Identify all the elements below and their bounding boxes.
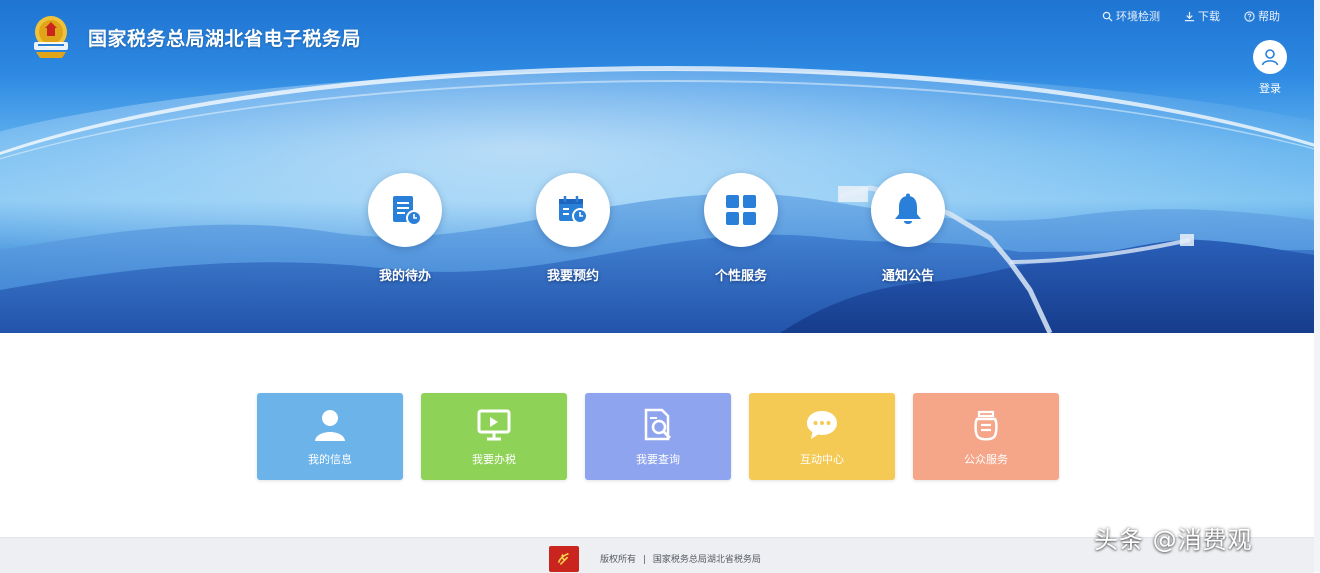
party-emblem-icon — [549, 546, 579, 572]
calendar-clock-icon — [559, 196, 588, 224]
user-avatar-icon — [1253, 40, 1287, 74]
card-tax-filing[interactable]: 我要办税 — [421, 393, 567, 480]
help-link[interactable]: 帮助 — [1244, 8, 1280, 24]
card-my-info[interactable]: 我的信息 — [257, 393, 403, 480]
environment-check-label: 环境检测 — [1116, 10, 1160, 23]
quick-nav-appointment[interactable]: 我要预约 — [518, 173, 628, 284]
search-icon — [1102, 11, 1113, 22]
search-document-icon — [644, 408, 672, 440]
tax-bureau-emblem-icon[interactable] — [28, 12, 74, 62]
pot-icon — [974, 410, 998, 440]
download-link[interactable]: 下载 — [1184, 8, 1220, 24]
monitor-icon — [477, 409, 511, 440]
help-icon — [1244, 10, 1255, 22]
help-label: 帮助 — [1258, 10, 1280, 23]
user-icon — [315, 409, 345, 441]
hero-arc-decoration-thin — [0, 80, 1314, 333]
bell-icon — [895, 193, 921, 224]
site-title: 国家税务总局湖北省电子税务局 — [88, 28, 362, 50]
right-scroll-edge — [1314, 0, 1320, 572]
card-label: 互动中心 — [800, 452, 844, 466]
card-label: 我要办税 — [472, 452, 516, 466]
quick-nav-personal-service[interactable]: 个性服务 — [686, 173, 796, 284]
footer-separator: | — [642, 555, 646, 565]
card-query[interactable]: 我要查询 — [585, 393, 731, 480]
quick-nav-notice[interactable]: 通知公告 — [853, 173, 963, 284]
grid-icon — [726, 195, 756, 225]
quick-nav-label: 通知公告 — [881, 269, 934, 284]
download-label: 下载 — [1198, 10, 1220, 23]
quick-nav-my-todo[interactable]: 我的待办 — [350, 173, 460, 284]
document-clock-icon — [393, 196, 422, 226]
quick-nav-label: 我要预约 — [546, 269, 599, 284]
card-label: 我要查询 — [636, 452, 680, 466]
download-icon — [1184, 11, 1195, 21]
card-label: 我的信息 — [308, 452, 352, 466]
watermark-text: 头条 @消费观 — [1094, 526, 1253, 554]
card-interaction-center[interactable]: 互动中心 — [749, 393, 895, 480]
footer-copyright-label: 版权所有 — [600, 555, 637, 565]
quick-nav-label: 我的待办 — [378, 269, 431, 284]
footer-organization: 国家税务总局湖北省税务局 — [652, 555, 761, 565]
footer-copyright: 版权所有 | 国家税务总局湖北省税务局 — [600, 552, 765, 565]
chat-icon — [807, 410, 837, 439]
card-label: 公众服务 — [964, 452, 1008, 466]
hero-banner: 国家税务总局湖北省电子税务局 环境检测 下载 帮助 登录 我的待办 我要预约 个… — [0, 0, 1314, 333]
service-cards: 我的信息 我要办税 我要查询 互动中心 公众服务 — [257, 393, 1059, 480]
login-label: 登录 — [1259, 82, 1281, 95]
login-button[interactable]: 登录 — [1250, 40, 1290, 96]
card-public-service[interactable]: 公众服务 — [913, 393, 1059, 480]
top-utility-links: 环境检测 下载 帮助 — [1102, 8, 1280, 24]
quick-nav-label: 个性服务 — [714, 269, 767, 284]
environment-check-link[interactable]: 环境检测 — [1102, 8, 1160, 24]
